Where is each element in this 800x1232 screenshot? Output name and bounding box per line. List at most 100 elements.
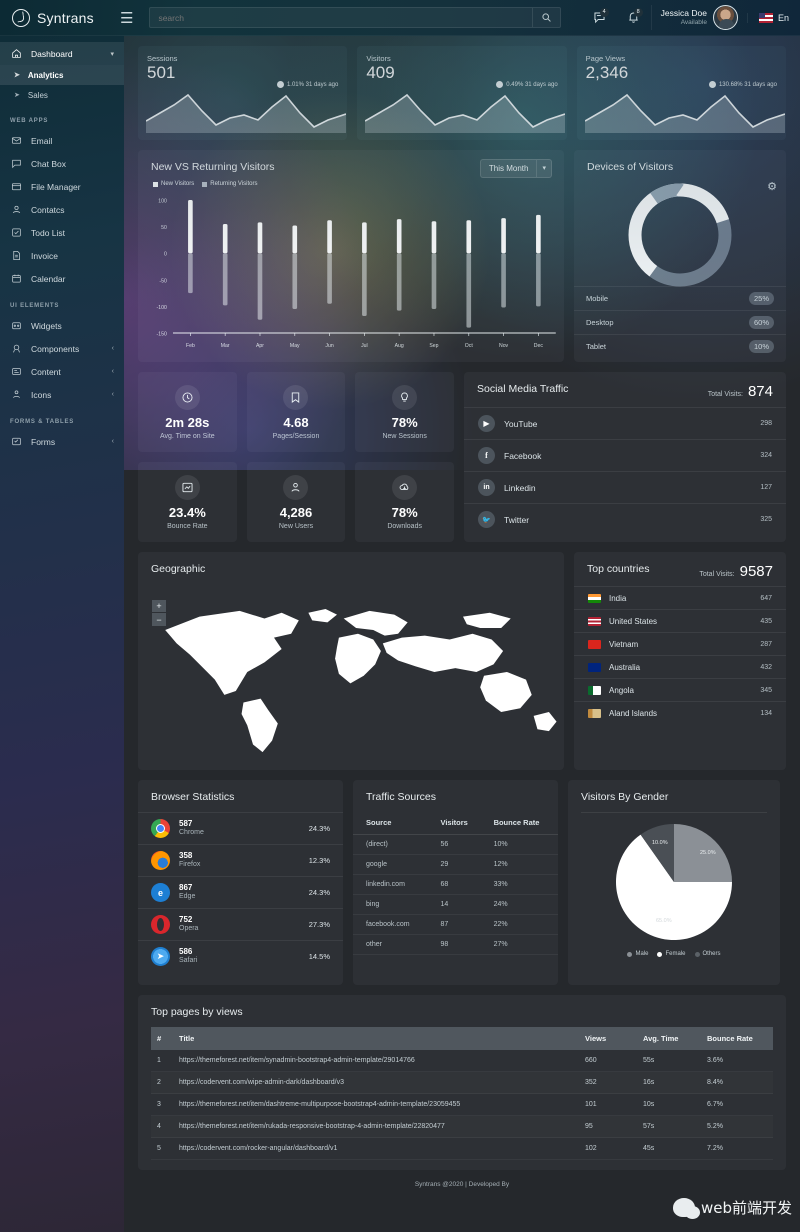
cell-bounce: 22% xyxy=(480,914,558,935)
hamburger-icon[interactable]: ☰ xyxy=(108,9,145,27)
sidebar-item-email[interactable]: Email xyxy=(0,129,124,152)
sidebar-item-contacts[interactable]: Contatcs xyxy=(0,198,124,221)
language-label: En xyxy=(777,12,789,23)
social-value: 298 xyxy=(760,420,772,427)
cell-index: 3 xyxy=(151,1093,173,1116)
list-item[interactable]: 🐦 Twitter 325 xyxy=(464,503,786,535)
social-list: ▶ YouTube 298 f Facebook 324 in Linkedin… xyxy=(464,407,786,535)
arrow-icon: ➤ xyxy=(14,72,20,79)
cell-title[interactable]: https://themeforest.net/item/dashtreme-m… xyxy=(173,1093,579,1116)
browser-name: Chrome xyxy=(179,829,204,837)
list-item[interactable]: in Linkedin 127 xyxy=(464,471,786,503)
svg-text:-50: -50 xyxy=(159,278,167,284)
search-bar[interactable] xyxy=(149,7,562,28)
flag-angola-icon xyxy=(588,685,601,695)
brand[interactable]: Syntrans xyxy=(0,8,108,27)
cell-bounce: 10% xyxy=(480,834,558,855)
chat-icon xyxy=(10,158,22,170)
list-item[interactable]: ➤ 586 Safari 14.5% xyxy=(138,940,343,972)
user-menu[interactable]: Jessica Doe Available xyxy=(650,5,747,30)
cell-index: 5 xyxy=(151,1137,173,1160)
youtube-icon: ▶ xyxy=(478,415,495,432)
list-item[interactable]: United States 435 xyxy=(574,609,786,632)
users-icon xyxy=(283,474,309,500)
map-zoom-controls[interactable]: + − xyxy=(152,600,166,626)
search-icon[interactable] xyxy=(532,8,560,27)
gear-icon[interactable]: ⚙ xyxy=(767,180,777,193)
list-item[interactable]: Angola 345 xyxy=(574,678,786,701)
cell-visitors: 14 xyxy=(427,894,481,915)
cell-views: 352 xyxy=(579,1071,637,1094)
sidebar-item-todo-list[interactable]: Todo List xyxy=(0,221,124,244)
sidebar-item-components[interactable]: Components ‹ xyxy=(0,337,124,360)
cell-title[interactable]: https://codervent.com/wipe-admin-dark/da… xyxy=(173,1071,579,1094)
country-value: 435 xyxy=(760,617,772,625)
sidebar-item-content[interactable]: Content ‹ xyxy=(0,360,124,383)
cell-title[interactable]: https://themeforest.net/item/synadmin-bo… xyxy=(173,1050,579,1072)
svg-text:Oct: Oct xyxy=(465,343,474,349)
cell-title[interactable]: https://themeforest.net/item/rukada-resp… xyxy=(173,1115,579,1138)
column-header: Title xyxy=(173,1027,579,1050)
visitors-by-gender-card: Visitors By Gender 25.0% 10.0% 65.0% Mal… xyxy=(568,780,780,985)
period-label: This Month xyxy=(488,164,529,173)
social-value: 324 xyxy=(760,452,772,459)
sidebar-item-analytics[interactable]: ➤ Analytics xyxy=(0,65,124,85)
cell-bounce: 24% xyxy=(480,894,558,915)
legend-returning-visitors: Returning Visitors xyxy=(202,181,257,187)
list-item[interactable]: Vietnam 287 xyxy=(574,632,786,655)
world-map[interactable] xyxy=(148,580,564,762)
bell-icon[interactable]: 8 xyxy=(617,0,651,36)
list-item[interactable]: India 647 xyxy=(574,586,786,609)
list-item[interactable]: Aland Islands 134 xyxy=(574,701,786,724)
sidebar-item-label: Icons xyxy=(31,389,52,400)
avatar[interactable] xyxy=(712,5,738,30)
sidebar-item-widgets[interactable]: Widgets xyxy=(0,314,124,337)
list-item[interactable]: ▶ YouTube 298 xyxy=(464,407,786,439)
zoom-in-button[interactable]: + xyxy=(152,600,166,613)
browser-name: Opera xyxy=(179,925,199,933)
browser-count: 867 xyxy=(179,883,193,893)
list-item[interactable]: 752 Opera 27.3% xyxy=(138,908,343,940)
chevron-down-icon[interactable]: ▾ xyxy=(536,160,551,177)
search-input[interactable] xyxy=(150,12,533,23)
tile-bounce-rate: 23.4% Bounce Rate xyxy=(138,462,237,542)
sidebar-item-label: Chat Box xyxy=(31,158,66,169)
sidebar-item-sales[interactable]: ➤ Sales xyxy=(0,85,124,105)
sidebar-item-dashboard[interactable]: Dashboard ▾ xyxy=(0,42,124,65)
social-value: 127 xyxy=(760,484,772,491)
sidebar-item-label: Widgets xyxy=(31,320,62,331)
svg-text:50: 50 xyxy=(161,225,167,231)
period-selector[interactable]: This Month ▾ xyxy=(479,159,552,178)
language-selector[interactable]: En xyxy=(746,12,800,23)
sidebar-item-icons[interactable]: Icons ‹ xyxy=(0,383,124,406)
form-icon xyxy=(10,436,22,448)
sidebar-item-file-manager[interactable]: File Manager xyxy=(0,175,124,198)
zoom-out-button[interactable]: − xyxy=(152,613,166,626)
devices-donut-chart xyxy=(628,183,732,287)
list-item[interactable]: 587 Chrome 24.3% xyxy=(138,812,343,844)
cell-title[interactable]: https://codervent.com/rocker-angular/das… xyxy=(173,1137,579,1160)
message-icon[interactable]: 4 xyxy=(583,0,617,36)
browser-pct: 24.3% xyxy=(308,824,330,833)
bulb-icon xyxy=(392,384,418,410)
list-item[interactable]: Australia 432 xyxy=(574,655,786,678)
total-visits-value: 9587 xyxy=(739,563,773,580)
traffic-sources-card: Traffic Sources Source Visitors Bounce R… xyxy=(353,780,558,985)
sidebar-item-chat-box[interactable]: Chat Box xyxy=(0,152,124,175)
legend-male: Male xyxy=(627,951,648,957)
table-row: other 98 27% xyxy=(353,934,558,955)
sidebar-item-calendar[interactable]: Calendar xyxy=(0,267,124,290)
stat-card-page-views: Page Views 2,346 130.68% 31 days ago xyxy=(576,46,786,140)
cell-bounce: 33% xyxy=(480,874,558,895)
tile-value: 4.68 xyxy=(283,414,309,430)
tile-value: 78% xyxy=(391,504,418,520)
device-pct: 10% xyxy=(748,340,774,353)
list-item[interactable]: e 867 Edge 24.3% xyxy=(138,876,343,908)
sidebar-item-invoice[interactable]: Invoice xyxy=(0,244,124,267)
sidebar-item-forms[interactable]: Forms ‹ xyxy=(0,430,124,453)
column-header: Avg. Time xyxy=(637,1027,701,1050)
device-row: Tablet 10% xyxy=(574,334,786,358)
list-item[interactable]: f Facebook 324 xyxy=(464,439,786,471)
list-item[interactable]: 358 Firefox 12.3% xyxy=(138,844,343,876)
cell-avg-time: 45s xyxy=(637,1137,701,1160)
